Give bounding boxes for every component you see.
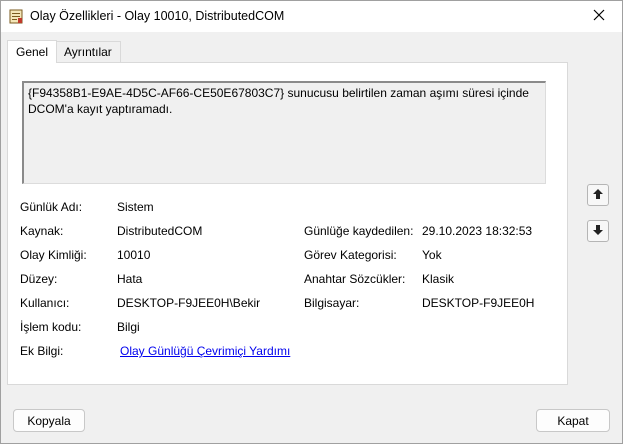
close-window-button[interactable] <box>576 1 622 32</box>
copy-button[interactable]: Kopyala <box>13 409 85 432</box>
task-category-value: Yok <box>422 248 442 262</box>
event-description-box[interactable]: {F94358B1-E9AE-4D5C-AF66-CE50E67803C7} s… <box>22 81 546 184</box>
title-bar: Olay Özellikleri - Olay 10010, Distribut… <box>1 1 622 32</box>
keywords-value: Klasik <box>422 272 455 286</box>
user-label: Kullanıcı: <box>20 296 70 310</box>
source-label: Kaynak: <box>20 224 64 238</box>
log-name-value: Sistem <box>117 200 154 214</box>
tab-details[interactable]: Ayrıntılar <box>55 41 121 63</box>
event-properties-window: Olay Özellikleri - Olay 10010, Distribut… <box>0 0 623 444</box>
window-title: Olay Özellikleri - Olay 10010, Distribut… <box>30 9 285 23</box>
source-value: DistributedCOM <box>117 224 203 238</box>
logged-value: 29.10.2023 18:32:53 <box>422 224 533 238</box>
keywords-label: Anahtar Sözcükler: <box>304 272 406 286</box>
tab-general[interactable]: Genel <box>7 40 58 63</box>
close-icon <box>593 9 605 24</box>
level-label: Düzey: <box>20 272 58 286</box>
task-category-label: Görev Kategorisi: <box>304 248 397 262</box>
next-event-button[interactable] <box>587 220 609 242</box>
event-description-line-1: {F94358B1-E9AE-4D5C-AF66-CE50E67803C7} s… <box>28 86 529 100</box>
logged-label: Günlüğe kaydedilen: <box>304 224 414 238</box>
opcode-label: İşlem kodu: <box>20 320 82 334</box>
event-description-line-2: DCOM'a kayıt yaptıramadı. <box>28 102 173 116</box>
computer-value: DESKTOP-F9JEE0H <box>422 296 535 310</box>
event-id-label: Olay Kimliği: <box>20 248 87 262</box>
previous-event-button[interactable] <box>587 184 609 206</box>
log-name-label: Günlük Adı: <box>20 200 83 214</box>
online-help-link[interactable]: Olay Günlüğü Çevrimiçi Yardımı <box>120 344 290 358</box>
general-tab-panel: {F94358B1-E9AE-4D5C-AF66-CE50E67803C7} s… <box>7 62 568 385</box>
opcode-value: Bilgi <box>117 320 140 334</box>
arrow-down-icon <box>592 224 604 239</box>
level-value: Hata <box>117 272 143 286</box>
event-properties-icon <box>9 9 23 24</box>
close-button[interactable]: Kapat <box>536 409 610 432</box>
user-value: DESKTOP-F9JEE0H\Bekir <box>117 296 261 310</box>
more-info-label: Ek Bilgi: <box>20 344 64 358</box>
event-id-value: 10010 <box>117 248 151 262</box>
computer-label: Bilgisayar: <box>304 296 360 310</box>
arrow-up-icon <box>592 188 604 203</box>
